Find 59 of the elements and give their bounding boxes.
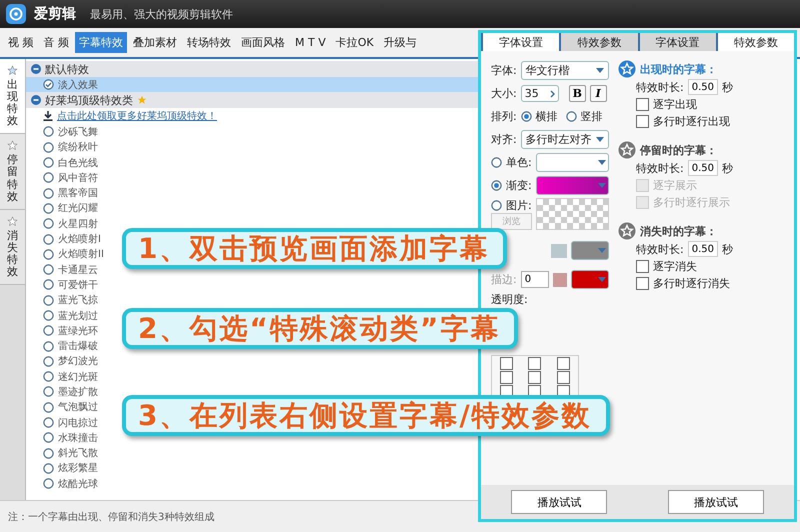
effect-name: 卡通星云 (58, 264, 98, 277)
callout-text: 3、在列表右侧设置字幕/特效参数 (138, 398, 592, 434)
checkbox-label: 多行时逐行展示 (653, 194, 730, 210)
field-label: 透明度: (491, 292, 529, 307)
field-label: 排列: (491, 109, 517, 124)
phase-title: 出现时的字幕： (640, 62, 717, 76)
effect-name: 蓝光划过 (58, 310, 98, 322)
field-label: 特效时长: (636, 160, 684, 176)
effect-name: 火焰喷射I (58, 232, 101, 246)
unit-label: 秒 (722, 80, 733, 94)
checkbox-label: 多行时逐行出现 (653, 114, 730, 128)
callout-text: 1、双击预览画面添加字幕 (138, 230, 490, 266)
checkbox-label: 逐字展示 (653, 178, 697, 192)
group-title: 好莱坞顶级特效类 (45, 92, 133, 108)
effect-name: 沙砾飞舞 (58, 126, 98, 139)
checkbox-label: 逐字消失 (653, 258, 697, 274)
radio-label: 横排 (536, 109, 558, 124)
effect-name: 红光闪耀 (58, 202, 98, 216)
app-tagline: 最易用、强大的视频剪辑软件 (90, 6, 233, 22)
field-label: 大小: (491, 86, 517, 101)
callout-text: 2、勾选“特殊滚动类”字幕 (138, 310, 500, 346)
radio-label: 渐变: (506, 178, 532, 193)
field-label: 字体: (491, 63, 517, 78)
effect-name: 可爱饼干 (58, 278, 98, 292)
unit-label: 秒 (722, 160, 733, 176)
effect-name: 墨迹扩散 (58, 386, 98, 399)
field-label: 对齐: (491, 132, 517, 147)
effect-name: 淡入效果 (58, 78, 98, 92)
effect-name: 雷击爆破 (58, 340, 98, 354)
footer-note: 注：一个字幕由出现、停留和消失3种特效组成 (8, 510, 214, 524)
effect-name: 缤纷秋叶 (58, 140, 98, 154)
group-title: 默认特效 (45, 62, 89, 76)
radio-label: 单色: (506, 155, 532, 170)
effect-name: 迷幻光斑 (58, 370, 98, 384)
effect-name: 火星四射 (58, 218, 98, 231)
effect-name: 水珠撞击 (58, 432, 98, 445)
unit-label: 秒 (722, 242, 733, 256)
effect-name: 风中音符 (58, 172, 98, 185)
radio-label: 图片: (506, 198, 532, 212)
field-label: 描边: (491, 272, 517, 287)
app-name: 爱剪辑 (34, 5, 76, 23)
effect-name: 蓝绿光环 (58, 324, 98, 338)
effect-name: 气泡飘过 (58, 400, 98, 414)
effect-name: 梦幻波光 (58, 354, 98, 368)
field-label: 特效时长: (636, 242, 684, 256)
effect-name: 斜光飞散 (58, 446, 98, 460)
effect-name: 炫酷光球 (58, 478, 98, 491)
effect-name: 炫彩繁星 (58, 462, 98, 476)
effect-name: 黑客帝国 (58, 186, 98, 200)
field-label: 特效时长: (636, 80, 684, 94)
effect-name: 蓝光飞掠 (58, 294, 98, 308)
effect-name: 火焰喷射II (58, 248, 104, 262)
radio-label: 竖排 (580, 109, 603, 124)
effect-name: 闪电掠过 (58, 416, 98, 430)
phase-title: 停留时的字幕： (640, 142, 717, 158)
checkbox-label: 多行时逐行消失 (653, 276, 730, 290)
phase-title: 消失时的字幕： (640, 224, 717, 238)
effect-name: 白色光线 (58, 156, 98, 170)
checkbox-label: 逐字出现 (653, 96, 697, 112)
